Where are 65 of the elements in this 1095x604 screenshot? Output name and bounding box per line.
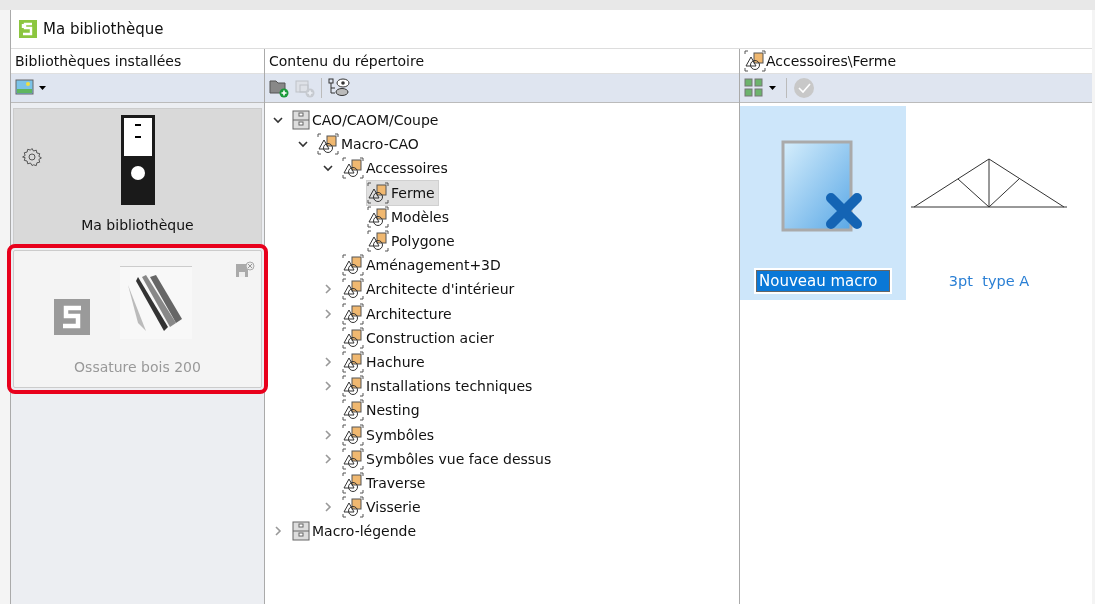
macro-name: 3pt type A — [948, 272, 1030, 291]
tree-item[interactable]: Installations techniques — [341, 373, 537, 400]
macro-folder-icon — [342, 350, 364, 373]
tree-item[interactable]: Symbôles — [341, 421, 439, 448]
macro-tile[interactable]: Nouveau macro — [740, 106, 906, 300]
chevron-down-icon[interactable] — [298, 139, 308, 150]
macro-tile[interactable]: 3pt type A — [906, 106, 1072, 300]
file-cabinet-icon — [292, 110, 310, 131]
view-dropdown-button[interactable] — [15, 79, 47, 97]
chevron-down-icon[interactable] — [323, 163, 333, 174]
tree-item[interactable]: Nesting — [341, 397, 424, 424]
app-logo-icon — [53, 299, 90, 335]
macro-folder-icon — [342, 447, 364, 470]
library-name: Ma bibliothèque — [81, 217, 194, 233]
tree-item[interactable]: Aménagement+3D — [341, 252, 505, 279]
chevron-down-icon[interactable] — [273, 115, 283, 126]
chevron-right-icon[interactable] — [323, 356, 333, 367]
name-input-field[interactable]: Nouveau macro — [756, 270, 890, 292]
chevron-right-icon[interactable] — [323, 381, 333, 392]
chevron-right-icon[interactable] — [323, 429, 333, 440]
tree-item[interactable]: Hachure — [341, 348, 429, 375]
macro-folder-icon — [342, 157, 364, 180]
macro-folder-icon — [342, 326, 364, 349]
tree-item[interactable]: Architecture — [341, 300, 456, 327]
tree-item[interactable]: Polygone — [366, 228, 459, 255]
path-label: Accessoires\Ferme — [766, 53, 897, 69]
macro-folder-icon — [342, 471, 364, 494]
library-card[interactable]: Ma bibliothèque — [13, 108, 262, 246]
new-folder-button[interactable] — [269, 78, 289, 98]
tree-item[interactable]: Traverse — [341, 469, 430, 496]
tree-item[interactable]: CAO/CAOM/Coupe — [291, 108, 443, 133]
macro-folder-icon — [367, 205, 389, 228]
tree-item[interactable]: Visserie — [341, 494, 425, 521]
chevron-right-icon[interactable] — [323, 453, 333, 464]
tree-view-button[interactable] — [328, 78, 350, 98]
macro-folder-icon — [342, 278, 364, 301]
macro-folder-icon — [342, 375, 364, 398]
macro-folder-icon — [317, 133, 339, 156]
macro-folder-icon — [367, 230, 389, 253]
binder-icon — [120, 115, 155, 205]
library-name: Ossature bois 200 — [74, 359, 201, 375]
chevron-right-icon[interactable] — [273, 526, 283, 537]
chevron-right-icon[interactable] — [323, 284, 333, 295]
tree-item[interactable]: Symbôles vue face dessus — [341, 445, 556, 472]
macro-folder-icon — [342, 254, 364, 277]
macro-folder-icon — [342, 496, 364, 519]
tree-item[interactable]: Construction acier — [341, 324, 499, 351]
tree-item[interactable]: Architecte d'intérieur — [341, 276, 519, 303]
settings-icon[interactable] — [22, 147, 42, 167]
macro-folder-icon — [342, 399, 364, 422]
tree-item[interactable]: Macro-légende — [291, 519, 421, 544]
file-cabinet-icon — [292, 521, 310, 542]
macro-folder-icon — [367, 181, 389, 204]
tree-item[interactable]: Ferme — [366, 179, 439, 206]
macro-folder-icon — [744, 50, 766, 72]
tree-item[interactable]: Accessoires — [341, 155, 452, 182]
tree-item[interactable]: Macro-CAO — [316, 131, 423, 158]
macro-folder-icon — [342, 423, 364, 446]
chevron-right-icon[interactable] — [323, 502, 333, 513]
window-title: Ma bibliothèque — [43, 20, 164, 38]
chevron-right-icon[interactable] — [323, 308, 333, 319]
confirm-button[interactable] — [793, 77, 815, 99]
app-logo-icon — [19, 20, 37, 38]
tree-item[interactable]: Modèles — [366, 203, 453, 230]
macro-folder-icon — [342, 302, 364, 325]
